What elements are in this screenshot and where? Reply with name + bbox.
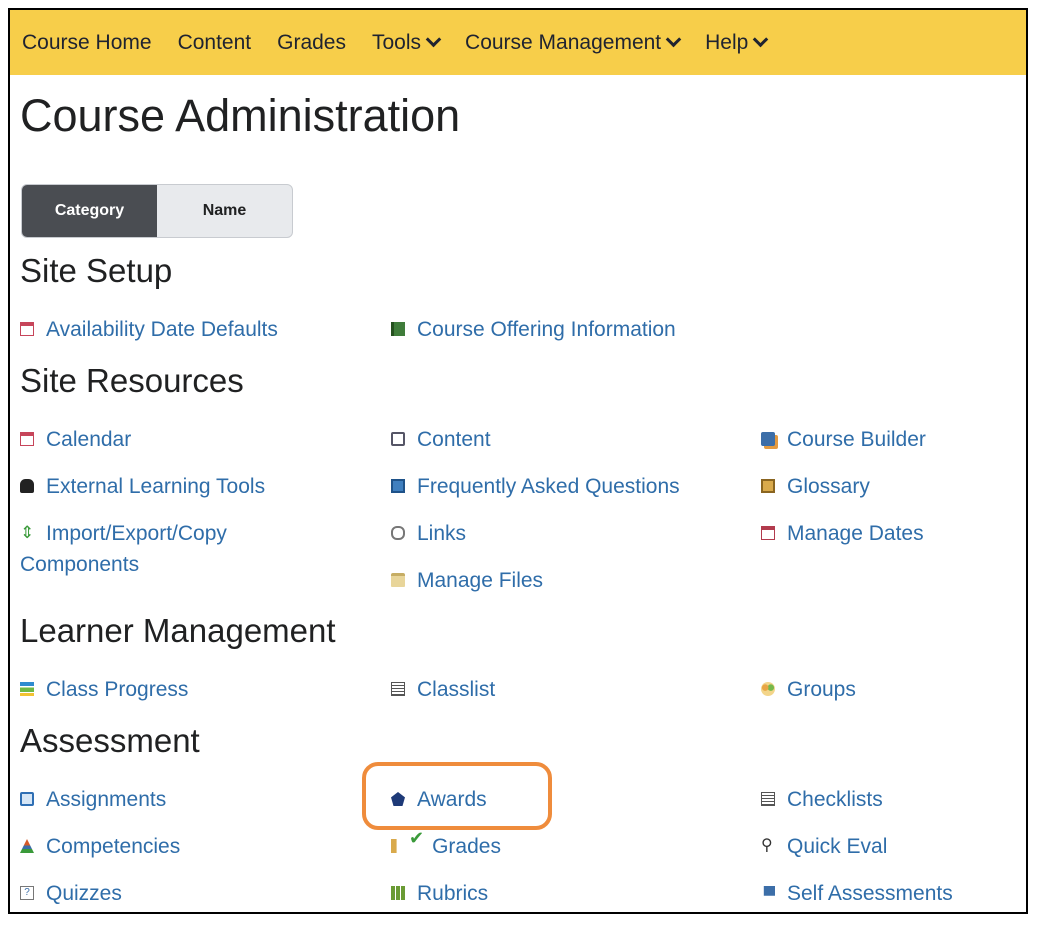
open-book-icon	[391, 432, 405, 446]
list-icon	[391, 682, 405, 696]
top-navigation-bar: Course Home Content Grades Tools Course …	[10, 10, 1026, 75]
nav-course-management-menu[interactable]: Course Management	[465, 31, 682, 55]
progress-bars-icon	[20, 682, 34, 696]
nav-help-menu[interactable]: Help	[705, 31, 769, 55]
page-title: Course Administration	[20, 90, 461, 141]
groups-icon	[761, 682, 775, 696]
puzzle-icon	[20, 479, 34, 493]
link-external-learning-tools[interactable]: External Learning Tools	[20, 471, 265, 502]
section-title-site-resources: Site Resources	[20, 362, 244, 399]
link-links[interactable]: Links	[391, 518, 466, 549]
section-title-learner-management: Learner Management	[20, 612, 336, 649]
link-manage-files[interactable]: Manage Files	[391, 565, 543, 596]
section-title-assessment: Assessment	[20, 722, 200, 759]
folder-icon	[391, 573, 405, 587]
calendar-icon	[20, 322, 34, 336]
awards-highlight-callout	[362, 762, 552, 830]
chevron-down-icon	[665, 31, 682, 48]
nav-tools-menu[interactable]: Tools	[372, 31, 442, 55]
link-manage-dates[interactable]: Manage Dates	[761, 518, 924, 549]
quiz-icon: ?	[20, 886, 34, 900]
link-groups[interactable]: Groups	[761, 674, 856, 705]
toggle-category-button[interactable]: Category	[22, 185, 157, 237]
link-checklists[interactable]: Checklists	[761, 784, 883, 815]
link-calendar[interactable]: Calendar	[20, 424, 131, 455]
link-course-offering-information[interactable]: Course Offering Information	[391, 314, 676, 345]
quick-eval-icon: ⚲	[761, 837, 773, 854]
toggle-name-button[interactable]: Name	[157, 185, 292, 237]
link-classlist[interactable]: Classlist	[391, 674, 495, 705]
link-quizzes[interactable]: ? Quizzes	[20, 878, 122, 909]
book-icon	[391, 322, 405, 336]
chain-link-icon	[391, 526, 405, 540]
nav-course-home[interactable]: Course Home	[22, 31, 152, 55]
link-course-builder[interactable]: Course Builder	[761, 424, 926, 455]
link-availability-date-defaults[interactable]: Availability Date Defaults	[20, 314, 278, 345]
link-self-assessments[interactable]: Self Assessments	[761, 878, 953, 909]
course-builder-icon	[761, 432, 775, 446]
grades-icon	[391, 839, 397, 853]
course-admin-frame: Course Home Content Grades Tools Course …	[8, 8, 1028, 914]
link-rubrics[interactable]: Rubrics	[391, 878, 488, 909]
glossary-icon	[761, 479, 775, 493]
link-competencies[interactable]: Competencies	[20, 831, 180, 862]
link-assignments[interactable]: Assignments	[20, 784, 166, 815]
calendar-icon	[20, 432, 34, 446]
nav-content[interactable]: Content	[178, 31, 252, 55]
link-class-progress[interactable]: Class Progress	[20, 674, 188, 705]
pyramid-icon	[20, 839, 34, 853]
checkmark-icon: ✔	[409, 828, 425, 848]
calendar-gear-icon	[761, 526, 775, 540]
checklist-icon	[761, 792, 775, 806]
link-import-export-copy-components[interactable]: ⇕ Import/Export/Copy Components	[20, 518, 310, 580]
nav-grades[interactable]: Grades	[277, 31, 346, 55]
self-assessment-icon	[763, 886, 775, 896]
view-toggle: Category Name	[21, 184, 293, 238]
assignment-icon	[20, 792, 34, 806]
link-grades[interactable]: ✔ Grades	[391, 828, 501, 862]
link-frequently-asked-questions[interactable]: Frequently Asked Questions	[391, 471, 680, 502]
faq-icon	[391, 479, 405, 493]
chevron-down-icon	[425, 31, 442, 48]
link-quick-eval[interactable]: ⚲ Quick Eval	[761, 831, 887, 862]
section-title-site-setup: Site Setup	[20, 252, 173, 289]
link-content[interactable]: Content	[391, 424, 491, 455]
import-arrows-icon: ⇕	[20, 523, 35, 542]
link-glossary[interactable]: Glossary	[761, 471, 870, 502]
chevron-down-icon	[753, 31, 769, 48]
rubric-grid-icon	[391, 886, 405, 900]
